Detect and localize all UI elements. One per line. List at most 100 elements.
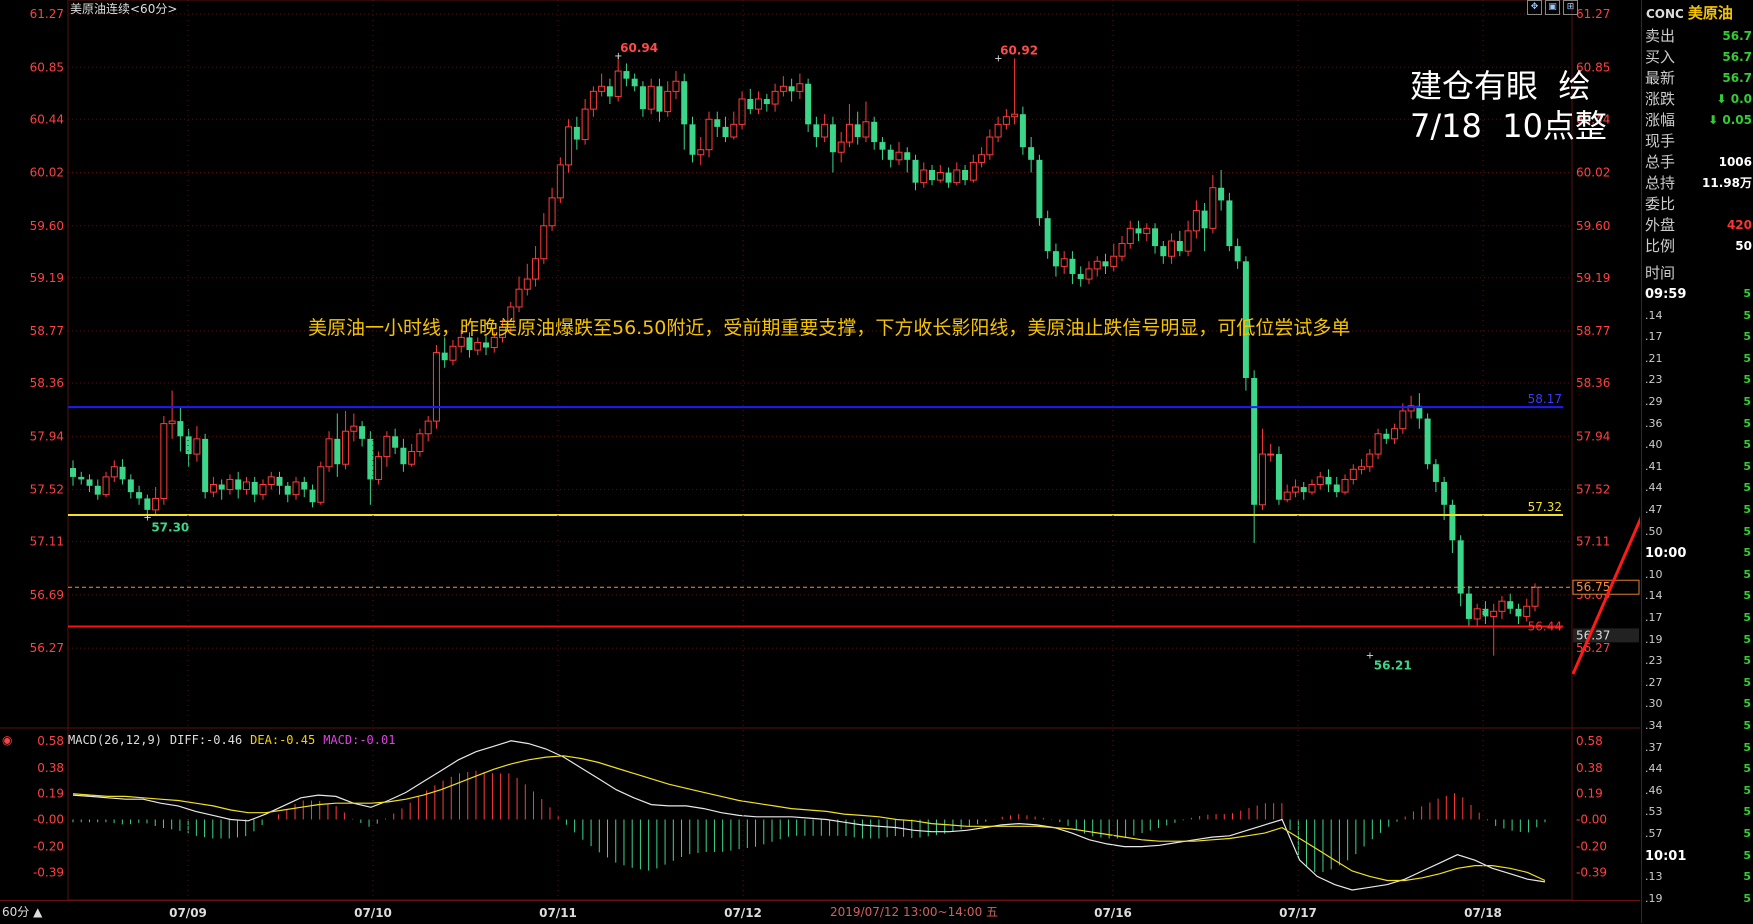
tick-row: .40 5	[1645, 438, 1751, 451]
quote-header: CONC 美原油	[1642, 0, 1753, 26]
quote-row: 涨跌 ⬇ 0.0	[1642, 89, 1753, 110]
tick-row: .44 5	[1645, 762, 1751, 775]
candle-body	[1110, 255, 1118, 267]
candle-body	[813, 124, 820, 138]
tick-volume: 5	[1743, 589, 1751, 603]
candle-body	[102, 476, 110, 496]
candle-body	[1498, 600, 1506, 612]
candle-body	[1036, 159, 1043, 219]
candle-body	[1333, 484, 1340, 493]
candle-body	[177, 421, 184, 437]
price-tick-left: 60.44	[30, 112, 64, 126]
candle-body	[854, 124, 861, 138]
candle-body	[672, 80, 680, 92]
price-chart[interactable]: 61.27 61.2760.85 60.8560.44 60.4460.02 60.02…	[0, 0, 1640, 923]
macd-tick-left: -0.20	[33, 840, 64, 854]
candle-body	[714, 119, 721, 127]
candle-body	[276, 476, 283, 486]
tick-volume: 5	[1743, 870, 1751, 884]
candle-body	[1052, 251, 1059, 267]
candle-body	[70, 468, 76, 477]
tick-time: .17	[1645, 611, 1663, 624]
candle-body	[788, 86, 795, 92]
price-tick-left: 59.60	[30, 219, 64, 233]
candle-body	[235, 479, 242, 490]
tick-volume: 5	[1743, 805, 1751, 819]
candle-body	[1267, 453, 1275, 456]
tick-row: .14 5	[1645, 309, 1751, 322]
tick-volume: 5	[1743, 503, 1751, 516]
candle-body	[1126, 227, 1134, 245]
tick-row: .13 5	[1645, 870, 1751, 883]
candle-body	[1283, 491, 1291, 501]
candle-body	[565, 126, 573, 166]
quote-value: 50	[1735, 239, 1752, 253]
candle-body	[86, 479, 93, 486]
candle-body	[705, 118, 713, 151]
candle-body	[796, 83, 804, 92]
tick-volume: 5	[1743, 675, 1751, 689]
candle-body	[1085, 268, 1093, 280]
candle-body	[1515, 608, 1522, 617]
candle-body	[978, 154, 986, 163]
high-label: 60.94	[620, 41, 658, 55]
candle-body	[1465, 593, 1472, 619]
tick-row: 10:01 5	[1645, 849, 1751, 864]
tick-time: .13	[1645, 870, 1663, 884]
tick-volume: 5	[1743, 719, 1751, 732]
candle-body	[1490, 610, 1498, 617]
candle-body	[994, 123, 1002, 138]
quote-row: 比例 50	[1642, 236, 1753, 257]
candle-body	[1383, 433, 1390, 439]
candle-body	[871, 121, 878, 143]
signature-line1: 建仓有眼 绘	[1410, 67, 1591, 105]
candle-body	[936, 172, 944, 181]
tick-time: .17	[1645, 330, 1663, 344]
tick-row: .27 5	[1645, 676, 1751, 689]
candle-body	[110, 466, 118, 478]
quote-key: 比例	[1645, 237, 1676, 255]
tick-row: .29 5	[1645, 395, 1751, 408]
candle-body	[284, 485, 291, 495]
candle-body	[1441, 481, 1448, 505]
candle-body	[953, 169, 961, 184]
symbol-name: 美原油	[1687, 4, 1733, 22]
candle-body	[681, 81, 688, 125]
price-tick-left: 59.19	[30, 271, 64, 285]
tick-time: .10	[1645, 567, 1663, 581]
crosshair-icon[interactable]: ✥	[1527, 0, 1542, 15]
tick-volume: 5	[1743, 330, 1751, 344]
maximize-icon[interactable]: ⊞	[1563, 0, 1578, 15]
quote-panel: CONC 美原油 卖出 56.7 买入 56.7 最新 56.7 涨跌 ⬇ 0.0 涨幅 ⬇ 0.0…	[1641, 0, 1753, 923]
quote-row: 总手 1006	[1642, 152, 1753, 173]
tick-time: .44	[1645, 481, 1663, 495]
window-icon[interactable]: ▣	[1545, 0, 1560, 15]
resistance-label: 58.17	[1528, 392, 1562, 406]
tick-volume: 5	[1743, 611, 1751, 624]
macd-diff: DIFF:-0.46	[169, 733, 243, 747]
tick-row: .30 5	[1645, 697, 1751, 710]
chart-title: 美原油连续<60分>	[70, 2, 178, 16]
tick-volume: 5	[1743, 848, 1751, 862]
price-tick-left: 56.27	[30, 641, 64, 655]
tick-row: 09:59 5	[1645, 287, 1751, 302]
macd-tick-right: -0.00	[1576, 812, 1607, 826]
tick-time: .14	[1645, 589, 1663, 603]
candle-body	[202, 438, 209, 493]
period-selector[interactable]: 60分 ▲	[2, 903, 42, 920]
macd-label: MACD(26,12,9)	[68, 733, 162, 747]
candle-body	[1358, 466, 1366, 470]
tick-time: .34	[1645, 719, 1663, 732]
tick-time: .57	[1645, 827, 1663, 840]
candle-body	[334, 438, 341, 465]
macd-tick-left: 0.58	[37, 734, 64, 748]
candle-body	[1011, 113, 1019, 118]
candle-body	[1028, 147, 1035, 160]
tick-row: .23 5	[1645, 373, 1751, 386]
candle-body	[606, 86, 613, 97]
tick-row: 10:00 5	[1645, 546, 1751, 561]
candle-body	[887, 149, 894, 160]
quote-key: 涨幅	[1645, 111, 1676, 129]
price-tick-right: 58.77	[1576, 324, 1610, 338]
quote-key: 卖出	[1645, 27, 1676, 45]
